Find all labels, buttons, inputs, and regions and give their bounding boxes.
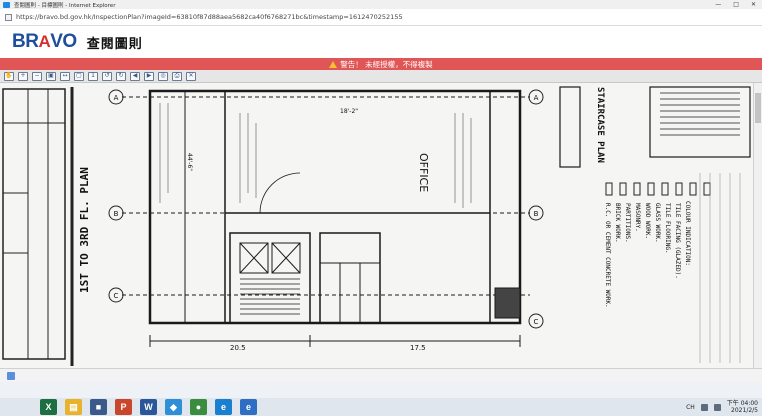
app-3-taskbar-icon[interactable]: ■ [90,399,107,415]
zoom-out-button[interactable]: − [32,71,42,81]
rotate-right-button[interactable]: ↻ [116,71,126,81]
app-header: BR A VO 查閱圖則 [0,26,762,58]
next-button[interactable]: ▶ [144,71,154,81]
dimension-4: 44'-6" [186,153,193,171]
edge-taskbar-icon[interactable]: e [215,399,232,415]
logo-text-accent: A [38,32,51,51]
grid-label-c: C [114,292,119,300]
maximize-button[interactable]: □ [733,1,739,8]
grid-label-b-right: B [534,210,539,218]
app-6-taskbar-icon[interactable]: ◆ [165,399,182,415]
legend-note-6: GLASS WORK. [654,203,661,243]
actual-size-button[interactable]: 1 [88,71,98,81]
fit-page-button[interactable]: ▢ [74,71,84,81]
vertical-scrollbar[interactable] [753,83,762,368]
taskbar-spacer [0,382,762,398]
page-icon [5,13,12,21]
fit-width-button[interactable]: ↔ [60,71,70,81]
clock-date: 2021/2/5 [731,407,758,414]
address-url[interactable]: https://bravo.bd.gov.hk/InspectionPlan?i… [16,13,403,21]
dimension-3: 18'-2" [340,108,358,115]
previous-button[interactable]: ◀ [130,71,140,81]
colour-legend-title: COLOUR INDICATION: [684,201,691,266]
grid-label-b: B [114,210,119,218]
taskbar-apps: X ▤ ■ P W ◆ ● e e [40,399,257,415]
legend-note-1: R.C. OR CEMENT CONCRETE WORK. [604,203,611,308]
status-bar [0,368,762,382]
clock[interactable]: 下午 04:00 2021/2/5 [727,400,758,414]
windows-taskbar: X ▤ ■ P W ◆ ● e e CH 下午 04:00 2021/2/5 [0,398,762,416]
excel-taskbar-icon[interactable]: X [40,399,57,415]
legend-note-8: TILE FACING (GLAZED). [674,203,681,279]
address-bar[interactable]: https://bravo.bd.gov.hk/InspectionPlan?i… [0,9,762,26]
page-title: 查閱圖則 [86,36,143,52]
dimension-1: 20.5 [230,344,246,352]
minimize-button[interactable]: — [715,1,721,8]
logo-text-main: BR [12,31,39,52]
viewer-toolbar: ✋ + − ▣ ↔ ▢ 1 ↺ ↻ ◀ ▶ ◎ ⎙ ✕ [0,70,762,83]
warning-triangle-icon [329,60,338,68]
bravo-logo[interactable]: BR A VO [12,31,77,53]
staircase-plan-label: STAIRCASE PLAN [595,87,605,163]
grid-label-a-right: A [534,94,539,102]
plan-title: 1ST TO 3RD FL. PLAN [78,167,91,293]
logo-text-tail: VO [50,31,77,52]
volume-icon[interactable] [713,403,721,411]
rotate-left-button[interactable]: ↺ [102,71,112,81]
scrollbar-thumb[interactable] [755,93,761,123]
pan-hand-button[interactable]: ✋ [4,71,14,81]
status-icon [7,372,15,380]
ie-app-icon [3,1,10,8]
magnifier-button[interactable]: ◎ [158,71,168,81]
floor-plan-drawing[interactable]: 1ST TO 3RD FL. PLAN A B C A B C OFFICE 2… [0,83,753,368]
legend-note-3: PARTITIONS. [624,203,631,243]
internet-explorer-taskbar-icon[interactable]: e [240,399,257,415]
powerpoint-taskbar-icon[interactable]: P [115,399,132,415]
legend-note-5: WOOD WORK. [644,203,651,239]
system-tray: CH 下午 04:00 2021/2/5 [686,398,758,416]
zoom-in-button[interactable]: + [18,71,28,81]
close-button[interactable]: ✕ [186,71,196,81]
chrome-taskbar-icon[interactable]: ● [190,399,207,415]
legend-note-4: MASONRY. [634,203,641,232]
legend-note-7: TILE FLOORING. [664,203,671,254]
word-taskbar-icon[interactable]: W [140,399,157,415]
file-explorer-taskbar-icon[interactable]: ▤ [65,399,82,415]
print-button[interactable]: ⎙ [172,71,182,81]
grid-label-a: A [114,94,119,102]
close-window-button[interactable]: ✕ [751,1,756,8]
clock-time: 下午 04:00 [726,400,758,407]
grid-label-c-right: C [534,318,539,326]
input-language[interactable]: CH [686,404,695,411]
window-title: 查閱圖則 - 目標圖則 - Internet Explorer [14,2,116,9]
drawing-viewer[interactable]: 1ST TO 3RD FL. PLAN A B C A B C OFFICE 2… [0,83,762,368]
legend-note-2: BRICK WORK. [614,203,621,243]
room-label-office: OFFICE [417,153,430,192]
zoom-window-button[interactable]: ▣ [46,71,56,81]
network-icon[interactable] [700,403,708,411]
warning-text: 警告！ 未經授權，不得複製 [340,59,433,69]
warning-banner: 警告！ 未經授權，不得複製 [0,58,762,70]
window-controls: — □ ✕ [715,0,756,9]
dimension-2: 17.5 [410,344,426,352]
window-titlebar: 查閱圖則 - 目標圖則 - Internet Explorer — □ ✕ [0,0,762,9]
